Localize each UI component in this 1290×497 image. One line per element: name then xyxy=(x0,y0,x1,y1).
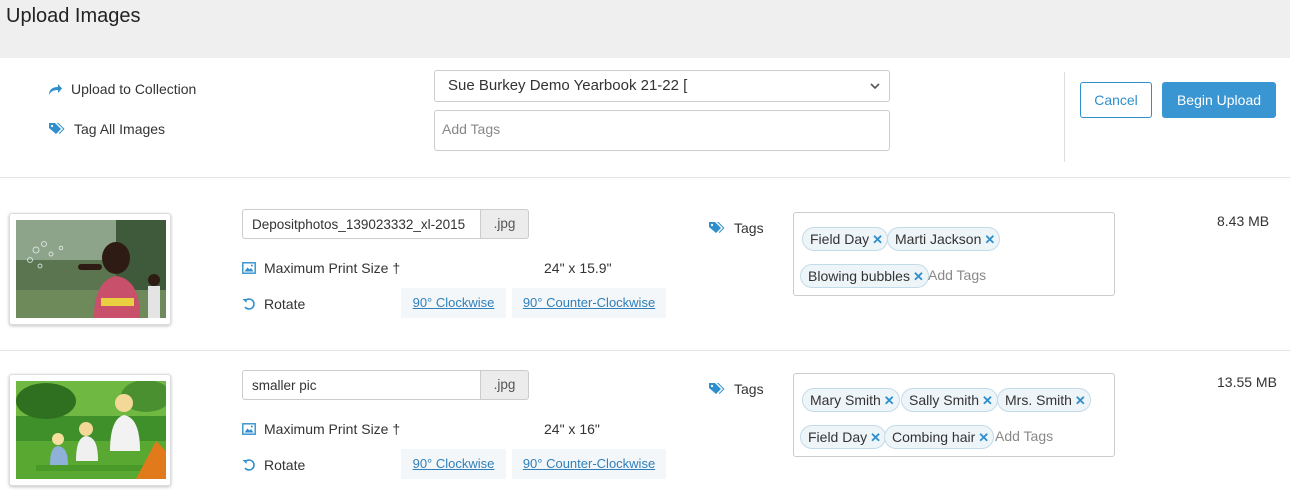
collection-select-value: Sue Burkey Demo Yearbook 21-22 [ xyxy=(448,77,688,94)
filename-field-2[interactable]: smaller pic xyxy=(242,370,482,400)
title-bar: Upload Images xyxy=(0,0,1290,58)
tag-chip-label: Marti Jackson xyxy=(895,231,982,247)
upload-to-collection-label: Upload to Collection xyxy=(71,81,197,97)
begin-upload-button[interactable]: Begin Upload xyxy=(1162,82,1276,118)
rotate-icon xyxy=(242,298,255,310)
image-icon xyxy=(242,262,256,274)
rotate-icon xyxy=(242,459,255,471)
image-preview-1 xyxy=(16,220,166,318)
max-print-size-row-2: Maximum Print Size † xyxy=(242,421,400,437)
tag-chip-label: Blowing bubbles xyxy=(808,268,910,284)
collection-select[interactable]: Sue Burkey Demo Yearbook 21-22 [ xyxy=(434,70,890,102)
tag-all-images-label-row: Tag All Images xyxy=(48,121,165,137)
image-icon xyxy=(242,423,256,435)
tags-label-2: Tags xyxy=(734,381,764,397)
add-tags-input-1[interactable] xyxy=(928,267,1048,283)
tags-label-row-1: Tags xyxy=(708,220,764,236)
max-print-size-row-1: Maximum Print Size † xyxy=(242,260,400,276)
rotate-clockwise-button-1[interactable]: 90° Clockwise xyxy=(401,288,506,318)
image-preview-2 xyxy=(16,381,166,479)
remove-tag-icon[interactable]: ✕ xyxy=(984,229,995,251)
page-title: Upload Images xyxy=(6,5,141,27)
tags-icon xyxy=(709,383,725,394)
rotate-clockwise-button-2[interactable]: 90° Clockwise xyxy=(401,449,506,479)
tag-chip-label: Field Day xyxy=(810,231,870,247)
tag-chip-label: Field Day xyxy=(808,429,868,445)
remove-tag-icon[interactable]: ✕ xyxy=(870,427,881,449)
image-thumbnail-2 xyxy=(9,374,171,486)
rotate-counterclockwise-button-1[interactable]: 90° Counter-Clockwise xyxy=(512,288,666,318)
remove-tag-icon[interactable]: ✕ xyxy=(913,266,924,288)
tags-icon xyxy=(49,123,65,134)
rotate-label-1: Rotate xyxy=(264,296,306,312)
header-divider xyxy=(1064,72,1065,162)
tag-chip: Combing hair ✕ xyxy=(884,425,995,449)
tag-chip-label: Mrs. Smith xyxy=(1005,392,1072,408)
filename-value-1: Depositphotos_139023332_xl-2015 xyxy=(252,217,466,232)
image-tags-box-2[interactable]: Mary Smith ✕ Sally Smith ✕ Mrs. Smith ✕ Fie… xyxy=(793,373,1115,457)
file-size-2: 13.55 MB xyxy=(1217,374,1277,390)
tag-chip-label: Sally Smith xyxy=(909,392,980,408)
tags-label-row-2: Tags xyxy=(708,381,764,397)
remove-tag-icon[interactable]: ✕ xyxy=(1075,390,1086,412)
tag-chip: Mary Smith ✕ xyxy=(802,388,900,412)
remove-tag-icon[interactable]: ✕ xyxy=(872,229,883,251)
image-tags-box-1[interactable]: Field Day ✕ Marti Jackson ✕ Blowing bubble… xyxy=(793,212,1115,296)
add-tags-input-2[interactable] xyxy=(995,428,1115,444)
tag-chip: Field Day ✕ xyxy=(800,425,887,449)
tags-icon xyxy=(709,222,725,233)
tag-all-input-box[interactable] xyxy=(434,110,890,151)
max-print-size-value-2: 24" x 16" xyxy=(544,421,600,437)
filename-value-2: smaller pic xyxy=(252,378,317,393)
remove-tag-icon[interactable]: ✕ xyxy=(978,427,989,449)
chevron-down-icon xyxy=(870,83,880,90)
cancel-button[interactable]: Cancel xyxy=(1080,82,1152,118)
tag-chip: Sally Smith ✕ xyxy=(901,388,998,412)
share-arrow-icon xyxy=(49,83,62,95)
rotate-row-2: Rotate xyxy=(242,457,305,473)
remove-tag-icon[interactable]: ✕ xyxy=(884,390,895,412)
tag-chip-label: Combing hair xyxy=(892,429,976,445)
tag-chip: Blowing bubbles ✕ xyxy=(800,264,929,288)
image-thumbnail-1 xyxy=(9,213,171,325)
row-divider xyxy=(0,350,1290,351)
remove-tag-icon[interactable]: ✕ xyxy=(982,390,993,412)
tag-chip-label: Mary Smith xyxy=(810,392,881,408)
rotate-label-2: Rotate xyxy=(264,457,306,473)
tag-chip: Field Day ✕ xyxy=(802,227,889,251)
max-print-size-value-1: 24" x 15.9" xyxy=(544,260,612,276)
tag-all-images-label: Tag All Images xyxy=(74,121,166,137)
tags-label-1: Tags xyxy=(734,220,764,236)
file-extension-2: .jpg xyxy=(480,370,529,400)
tag-chip: Marti Jackson ✕ xyxy=(887,227,1001,251)
max-print-size-label-2: Maximum Print Size † xyxy=(264,421,401,437)
max-print-size-label-1: Maximum Print Size † xyxy=(264,260,401,276)
upload-to-collection-label-row: Upload to Collection xyxy=(48,81,196,97)
tag-chip: Mrs. Smith ✕ xyxy=(997,388,1091,412)
tag-all-input[interactable] xyxy=(442,121,742,137)
rotate-row-1: Rotate xyxy=(242,296,305,312)
file-size-1: 8.43 MB xyxy=(1217,213,1270,229)
rotate-counterclockwise-button-2[interactable]: 90° Counter-Clockwise xyxy=(512,449,666,479)
file-extension-1: .jpg xyxy=(480,209,529,239)
filename-field-1[interactable]: Depositphotos_139023332_xl-2015 xyxy=(242,209,482,239)
